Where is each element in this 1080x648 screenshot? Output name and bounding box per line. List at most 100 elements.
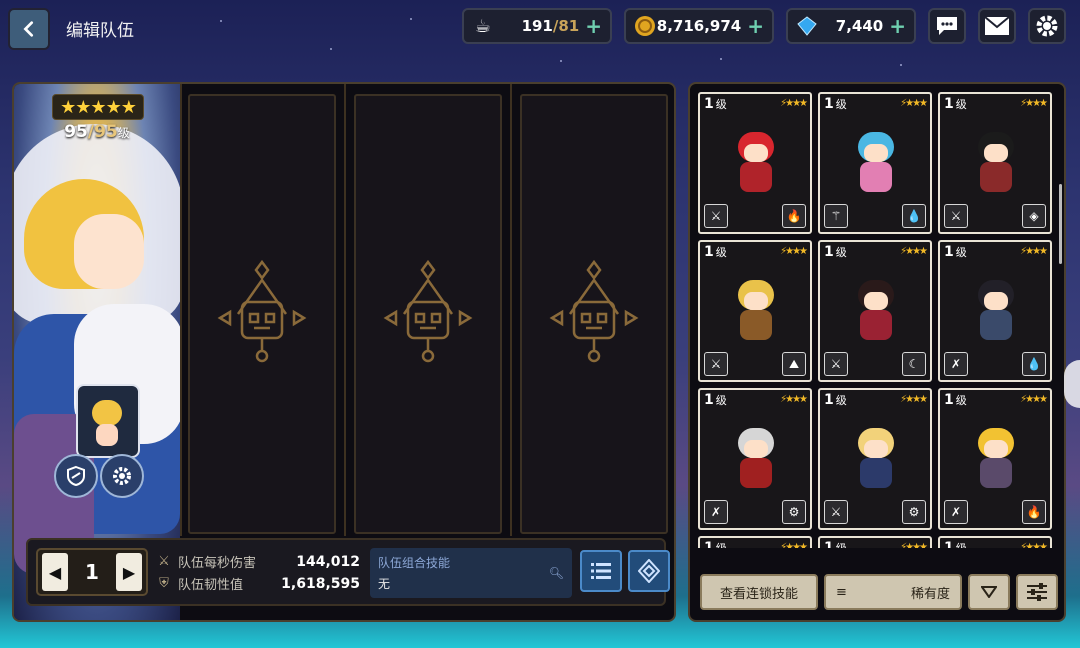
- hero-roster-card[interactable]: 1 级 ⚡★★★ ✗ 💧: [938, 240, 1052, 382]
- shield-icon: ⛨: [159, 576, 169, 591]
- next-team-button[interactable]: ▶: [115, 553, 142, 591]
- team-dps-value: 144,012: [296, 553, 360, 570]
- gear-icon: [113, 467, 131, 485]
- class-icon: ⚔: [824, 500, 848, 524]
- hero-roster-card[interactable]: 1 级 ⚡★★★ ⚔ 🔥: [698, 92, 812, 234]
- class-icon: ⚔: [944, 204, 968, 228]
- hero-settings-button[interactable]: [100, 454, 144, 498]
- hero-roster-card[interactable]: 1 级 ⚡★★★ ⚚ 💧: [818, 92, 932, 234]
- back-button[interactable]: [8, 8, 50, 50]
- gem-icon: [796, 15, 818, 37]
- coin-icon: [634, 15, 656, 37]
- hero-sprite: [970, 132, 1022, 194]
- menu-icon: ≡: [836, 584, 847, 600]
- empty-team-slot[interactable]: [520, 94, 668, 534]
- hero-level-label: 1级: [704, 540, 727, 548]
- hero-sprite: [730, 428, 782, 490]
- empty-team-slot[interactable]: [188, 94, 336, 534]
- element-icon: ⚙: [902, 500, 926, 524]
- hero-sprite: [970, 280, 1022, 342]
- hero-sprite: [730, 280, 782, 342]
- sort-dropdown[interactable]: ≡ 稀有度: [824, 574, 962, 610]
- filter-button[interactable]: [1016, 574, 1058, 610]
- hero-roster-card[interactable]: 1 级 ⚡★★★ ⚔ ⚙: [818, 388, 932, 530]
- prev-team-button[interactable]: ◀: [42, 553, 68, 591]
- hero-level-label: 1级: [824, 96, 847, 112]
- hero-roster-grid: 1 级 ⚡★★★ ⚔ 🔥 1 级 ⚡★★★ ⚚ 💧 1 级 ⚡★★★ ⚔ ◈ 1 级 ⚡★★★ ⚔ ⛰ 1 级 ⚡★★★ ⚔ ☾…: [698, 92, 1056, 548]
- gem-resource[interactable]: 7,440 +: [786, 8, 916, 44]
- hero-sprite: [76, 384, 140, 458]
- hero-level-label: 1级: [704, 244, 727, 260]
- combo-skill-title: 队伍组合技能: [378, 556, 451, 570]
- coffee-resource[interactable]: ☕ 191/81 +: [462, 8, 612, 44]
- roster-scrollbar[interactable]: [1059, 184, 1062, 264]
- gold-value: 8,716,974: [656, 17, 742, 35]
- team-info-bar: ◀ 1 ▶ ⚔ 队伍每秒伤害 144,012 ⛨ 队伍韧性值 1,618,595…: [26, 538, 670, 606]
- gem-value: 7,440: [835, 17, 884, 35]
- rarity-stars-icon: ⚡★★★: [900, 98, 928, 109]
- hero-level-label: 1级: [944, 244, 967, 260]
- hero-roster-card[interactable]: 1级 ⚡★★★: [698, 536, 812, 548]
- add-gold-button[interactable]: +: [747, 16, 764, 36]
- hero-roster-panel: 1 级 ⚡★★★ ⚔ 🔥 1 级 ⚡★★★ ⚚ 💧 1 级 ⚡★★★ ⚔ ◈ 1 级 ⚡★★★ ⚔ ⛰ 1 级 ⚡★★★ ⚔ ☾…: [688, 82, 1066, 622]
- class-icon: ⚔: [824, 352, 848, 376]
- team-toughness-label: 队伍韧性值: [178, 578, 244, 593]
- hero-level-label: 1级: [944, 540, 967, 548]
- mail-button[interactable]: [978, 8, 1016, 44]
- element-icon: ◈: [1022, 204, 1046, 228]
- hero-sprite: [970, 428, 1022, 490]
- hero-level-current: 95: [64, 122, 88, 142]
- settings-button[interactable]: [1028, 8, 1066, 44]
- hero-roster-card[interactable]: 1 级 ⚡★★★ ✗ 🔥: [938, 388, 1052, 530]
- view-chain-skill-button[interactable]: 查看连锁技能: [700, 574, 818, 610]
- hero-roster-card[interactable]: 1 级 ⚡★★★ ⚔ ☾: [818, 240, 932, 382]
- hero-roster-card[interactable]: 1级 ⚡★★★: [938, 536, 1052, 548]
- rarity-stars-icon: ⚡★★★: [780, 246, 808, 257]
- rarity-stars-icon: ⚡★★★: [1020, 246, 1048, 257]
- sort-label: 稀有度: [910, 586, 950, 602]
- rarity-stars-icon: ⚡★★★: [900, 246, 928, 257]
- sort-order-button[interactable]: [968, 574, 1010, 610]
- class-icon: ✗: [944, 500, 968, 524]
- side-drawer-handle[interactable]: [1064, 360, 1080, 408]
- triangle-right-icon: ▶: [122, 562, 136, 582]
- chevron-left-icon: [23, 21, 34, 37]
- crossed-swords-icon: ⚔: [158, 554, 170, 569]
- hero-role-button[interactable]: [54, 454, 98, 498]
- element-icon: 🔥: [1022, 500, 1046, 524]
- class-icon: ⚚: [824, 204, 848, 228]
- team-editor-panel: ★★★★★ 95/95级 ◀ 1 ▶ ⚔ 队伍每秒伤害 144,012 ⛨ 队伍…: [12, 82, 676, 622]
- team-combo-skill-field[interactable]: 队伍组合技能 无 🔍︎: [370, 548, 572, 598]
- empty-slot-emblem-icon: [383, 259, 473, 363]
- hero-roster-card[interactable]: 1 级 ⚡★★★ ⚔ ⛰: [698, 240, 812, 382]
- diamond-layers-icon: [638, 559, 660, 583]
- auto-formation-button[interactable]: [628, 550, 670, 592]
- hero-sprite: [730, 132, 782, 194]
- mail-icon: [984, 16, 1010, 35]
- rarity-stars-icon: ⚡★★★: [1020, 542, 1048, 548]
- hero-roster-card[interactable]: 1 级 ⚡★★★ ⚔ ◈: [938, 92, 1052, 234]
- add-gem-button[interactable]: +: [889, 16, 906, 36]
- page-title: 编辑队伍: [66, 21, 134, 41]
- hero-level-label: 1级: [824, 392, 847, 408]
- hero-level-label: 1级: [704, 96, 727, 112]
- hero-roster-card[interactable]: 1级 ⚡★★★: [818, 536, 932, 548]
- add-coffee-button[interactable]: +: [585, 16, 602, 36]
- team-list-button[interactable]: [580, 550, 622, 592]
- empty-team-slot[interactable]: [354, 94, 502, 534]
- team-number: 1: [85, 560, 99, 584]
- gold-resource[interactable]: 8,716,974 +: [624, 8, 774, 44]
- element-icon: 💧: [1022, 352, 1046, 376]
- coffee-icon: ☕: [474, 15, 492, 37]
- shield-icon: [67, 465, 85, 487]
- hero-roster-card[interactable]: 1 级 ⚡★★★ ✗ ⚙: [698, 388, 812, 530]
- hero-level-label: 1级: [944, 96, 967, 112]
- rarity-stars-icon: ⚡★★★: [780, 394, 808, 405]
- hero-sprite: [850, 428, 902, 490]
- team-toughness-row: ⛨ 队伍韧性值 1,618,595: [156, 574, 360, 594]
- chat-button[interactable]: [928, 8, 966, 44]
- hero-level: 95/95级: [54, 122, 140, 142]
- coffee-max: /81: [552, 17, 580, 35]
- rarity-stars-icon: ⚡★★★: [1020, 394, 1048, 405]
- element-icon: ⛰: [782, 352, 806, 376]
